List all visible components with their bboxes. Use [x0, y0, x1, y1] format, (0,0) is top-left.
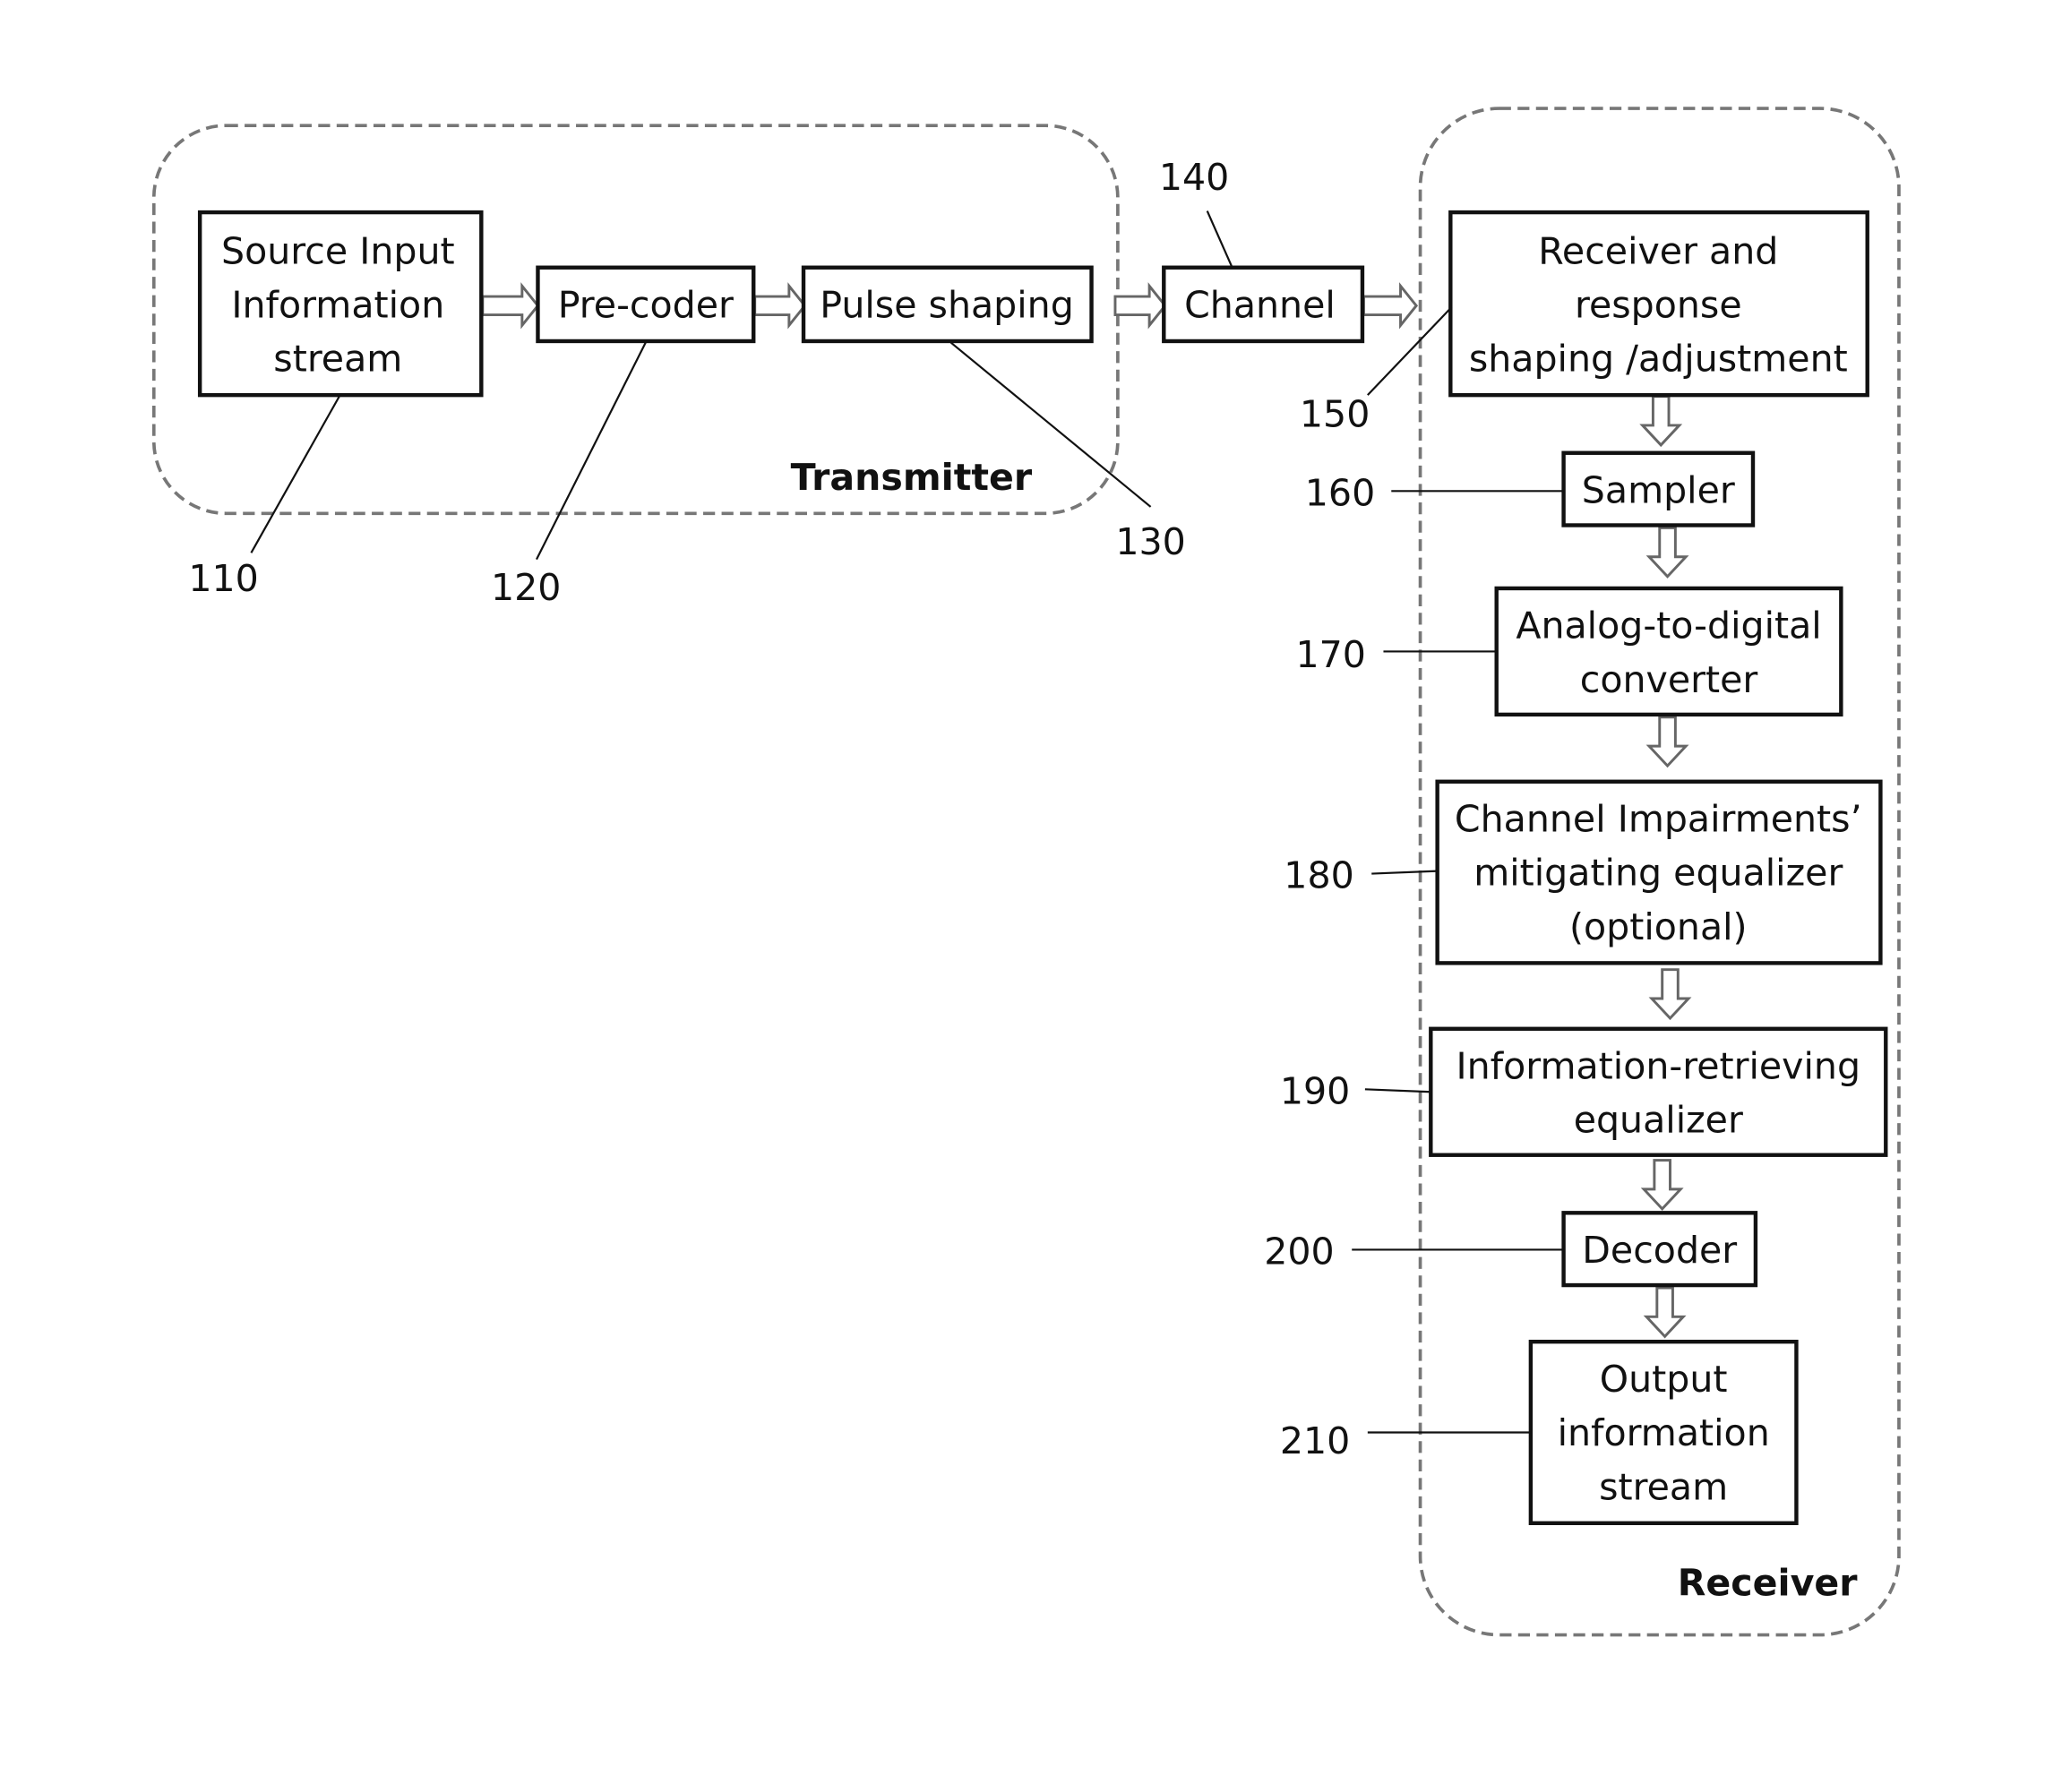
- ref-numeral-120: 120: [491, 566, 561, 609]
- block-diagram: Transmitter Receiver Source Input Inform…: [151, 107, 1901, 1637]
- svg-text:mitigating equalizer: mitigating equalizer: [1473, 852, 1843, 895]
- leader-line-190: [1364, 1088, 1431, 1093]
- svg-text:(optional): (optional): [1569, 905, 1748, 948]
- ref-numeral-160: 160: [1305, 471, 1375, 514]
- block-sampler: Sampler: [1561, 450, 1756, 527]
- ref-numeral-170: 170: [1296, 633, 1366, 676]
- svg-text:Information: Information: [231, 284, 444, 327]
- block-channel: Channel: [1162, 265, 1365, 344]
- arrow-right-icon: [481, 282, 540, 330]
- block-pre-coder: Pre-coder: [536, 265, 756, 344]
- ref-numeral-190: 190: [1280, 1069, 1350, 1112]
- svg-text:shaping /adjustment: shaping /adjustment: [1469, 338, 1848, 381]
- svg-text:stream: stream: [273, 338, 402, 381]
- svg-text:Source Input: Source Input: [221, 229, 455, 272]
- ref-numeral-150: 150: [1300, 392, 1370, 435]
- ref-numeral-140: 140: [1159, 156, 1229, 199]
- block-decoder: Decoder: [1561, 1211, 1758, 1288]
- arrow-down-icon: [1640, 1159, 1684, 1212]
- leader-line-180: [1371, 870, 1438, 875]
- arrow-right-icon: [1113, 282, 1167, 330]
- svg-text:Pulse shaping: Pulse shaping: [820, 284, 1074, 327]
- svg-text:response: response: [1575, 284, 1742, 327]
- svg-text:Channel: Channel: [1184, 284, 1336, 327]
- arrow-down-icon: [1643, 1286, 1687, 1339]
- svg-text:Sampler: Sampler: [1582, 469, 1735, 512]
- block-receiver-response-shaping: Receiver and response shaping /adjustmen…: [1448, 210, 1869, 398]
- leader-line-120: [536, 341, 647, 561]
- receiver-group-title: Receiver: [1678, 1562, 1858, 1605]
- block-information-retrieving-equalizer: Information-retrieving equalizer: [1429, 1026, 1888, 1157]
- arrow-down-icon: [1645, 526, 1689, 579]
- svg-text:Information-retrieving: Information-retrieving: [1456, 1045, 1861, 1088]
- block-pulse-shaping: Pulse shaping: [801, 265, 1094, 344]
- svg-text:Analog-to-digital: Analog-to-digital: [1516, 604, 1821, 647]
- block-source-input: Source Input Information stream: [197, 210, 484, 398]
- arrow-right-icon: [1362, 282, 1419, 330]
- leader-line-140: [1206, 210, 1233, 269]
- svg-text:Decoder: Decoder: [1582, 1229, 1737, 1272]
- svg-text:Pre-coder: Pre-coder: [558, 284, 734, 327]
- svg-text:information: information: [1558, 1411, 1770, 1454]
- svg-text:equalizer: equalizer: [1574, 1099, 1743, 1142]
- svg-text:Output: Output: [1600, 1358, 1728, 1401]
- svg-text:converter: converter: [1580, 658, 1758, 701]
- ref-numeral-200: 200: [1264, 1230, 1334, 1273]
- ref-numeral-210: 210: [1280, 1419, 1350, 1462]
- svg-text:Receiver and: Receiver and: [1538, 229, 1778, 272]
- arrow-down-icon: [1639, 395, 1683, 448]
- ref-numeral-110: 110: [188, 557, 258, 600]
- leader-line-150: [1367, 306, 1453, 396]
- block-adc: Analog-to-digital converter: [1494, 586, 1843, 717]
- svg-text:stream: stream: [1599, 1465, 1728, 1508]
- ref-numeral-180: 180: [1284, 854, 1353, 897]
- arrow-right-icon: [753, 282, 807, 330]
- transmitter-group-title: Transmitter: [791, 456, 1033, 499]
- block-channel-impairments-equalizer: Channel Impairments’ mitigating equalize…: [1435, 779, 1883, 965]
- ref-numeral-130: 130: [1115, 520, 1185, 563]
- block-output-information-stream: Output information stream: [1528, 1339, 1799, 1525]
- svg-text:Channel Impairments’: Channel Impairments’: [1455, 798, 1862, 841]
- arrow-down-icon: [1648, 968, 1692, 1021]
- leader-line-110: [250, 396, 340, 553]
- arrow-down-icon: [1645, 716, 1689, 768]
